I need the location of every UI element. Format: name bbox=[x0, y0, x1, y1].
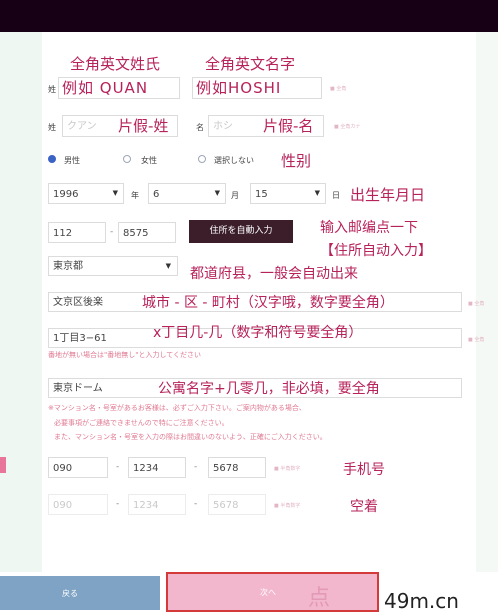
building-note-3: また、マンション名・号室を入力の際はお間違いのないよう、正確にご入力ください。 bbox=[54, 433, 327, 441]
gender-option-female: 女性 bbox=[141, 156, 157, 165]
chevron-down-icon: ▼ bbox=[314, 189, 320, 197]
top-bar bbox=[0, 0, 498, 32]
left-edge-marker bbox=[0, 457, 6, 473]
annotation-click: 点 bbox=[308, 586, 331, 611]
auto-address-button[interactable]: 住所を自動入力 bbox=[189, 220, 293, 243]
month-value: 6 bbox=[153, 189, 160, 200]
mei-kana-label: 名 bbox=[196, 123, 204, 132]
gender-option-unspecified: 選択しない bbox=[214, 156, 254, 165]
radio-male[interactable] bbox=[48, 155, 56, 163]
annotation-chome: x丁目几-几（数字和符号要全角） bbox=[153, 325, 363, 341]
back-button-label: 戻る bbox=[62, 589, 78, 598]
annotation-given-fullwidth: 全角英文名字 bbox=[205, 55, 296, 73]
annotation-kana-given: 片假-名 bbox=[263, 117, 314, 135]
phone-b3-input[interactable]: 5678 bbox=[208, 494, 266, 515]
annotation-phone: 手机号 bbox=[343, 462, 385, 478]
mei-input[interactable]: 例如HOSHI bbox=[192, 77, 322, 99]
phone1-value: 090 bbox=[53, 463, 73, 474]
phone-b1-input[interactable]: 090 bbox=[48, 494, 108, 515]
left-side-strip bbox=[0, 32, 42, 572]
sei-kana-label: 姓 bbox=[48, 123, 56, 132]
example-given: 例如HOSHI bbox=[196, 79, 282, 97]
phone-separator: - bbox=[194, 462, 198, 472]
day-label: 日 bbox=[332, 191, 340, 200]
phone-b3-value: 5678 bbox=[213, 500, 239, 511]
phone2-input[interactable]: 1234 bbox=[128, 457, 186, 478]
phone-b-separator: - bbox=[116, 499, 120, 509]
prefecture-value: 東京都 bbox=[53, 261, 83, 272]
phone-b2-value: 1234 bbox=[133, 500, 159, 511]
next-button[interactable]: 次へ 点 bbox=[166, 572, 379, 612]
chome-note: 番地が無い場合は"番地無し"と入力してください bbox=[48, 351, 202, 359]
radio-female[interactable] bbox=[123, 155, 131, 163]
annotation-leave-empty: 空着 bbox=[350, 499, 378, 515]
phone3-input[interactable]: 5678 bbox=[208, 457, 266, 478]
zip-separator: - bbox=[110, 227, 114, 237]
phone-b2-input[interactable]: 1234 bbox=[128, 494, 186, 515]
annotation-prefecture: 都道府县，一般会自动出来 bbox=[190, 266, 358, 282]
sei-label: 姓 bbox=[48, 85, 56, 94]
prefecture-select[interactable]: 東京都 ▼ bbox=[48, 256, 178, 276]
zip1-value: 112 bbox=[53, 228, 73, 239]
annotation-building: 公寓名字+几零几，非必填，要全角 bbox=[158, 381, 380, 397]
year-select[interactable]: 1996 ▼ bbox=[48, 183, 124, 204]
zip1-input[interactable]: 112 bbox=[48, 222, 106, 243]
required-mark-city: ■ 全角 bbox=[468, 301, 485, 307]
annotation-city: 城市 - 区 - 町村（汉字哦，数字要全角） bbox=[142, 295, 394, 311]
next-button-label: 次へ bbox=[260, 588, 276, 597]
required-mark-kana: ■ 全角カナ bbox=[334, 124, 361, 130]
zip2-value: 8575 bbox=[123, 228, 149, 239]
sei-input[interactable]: 例如 QUAN bbox=[58, 77, 180, 99]
required-mark-chome: ■ 全角 bbox=[468, 337, 485, 343]
month-label: 月 bbox=[231, 191, 239, 200]
back-button[interactable]: 戻る bbox=[0, 576, 160, 610]
chevron-down-icon: ▼ bbox=[165, 262, 171, 270]
annotation-gender: 性别 bbox=[281, 152, 312, 170]
year-label: 年 bbox=[131, 191, 139, 200]
phone3-value: 5678 bbox=[213, 463, 239, 474]
chevron-down-icon: ▼ bbox=[214, 189, 220, 197]
annotation-postal-2: 【住所自动入力】 bbox=[320, 243, 432, 259]
day-select[interactable]: 15 ▼ bbox=[250, 183, 326, 204]
annotation-birthdate: 出生年月日 bbox=[350, 186, 426, 204]
phone-b1-value: 090 bbox=[53, 500, 73, 511]
phone-b-separator: - bbox=[194, 499, 198, 509]
chevron-down-icon: ▼ bbox=[112, 189, 118, 197]
annotation-kana-surname: 片假-姓 bbox=[118, 117, 169, 135]
zip2-input[interactable]: 8575 bbox=[118, 222, 176, 243]
phone1-input[interactable]: 090 bbox=[48, 457, 108, 478]
example-surname: 例如 QUAN bbox=[62, 79, 149, 97]
phone2-value: 1234 bbox=[133, 463, 159, 474]
phone-separator: - bbox=[116, 462, 120, 472]
building-note-2: 必要事項がご連絡できませんので特にご注意ください。 bbox=[54, 419, 229, 427]
gender-option-male: 男性 bbox=[64, 156, 80, 165]
watermark: 49m.cn bbox=[384, 589, 459, 613]
month-select[interactable]: 6 ▼ bbox=[148, 183, 226, 204]
radio-unspecified[interactable] bbox=[198, 155, 206, 163]
building-note-1: ※マンション名・号室があるお客様は、必ずご入力下さい。ご案内物がある場合、 bbox=[48, 404, 306, 412]
annotation-surname-fullwidth: 全角英文姓氏 bbox=[70, 55, 161, 73]
required-mark-name: ■ 全角 bbox=[330, 86, 347, 92]
annotation-postal-1: 输入邮编点一下 bbox=[320, 220, 418, 236]
required-mark-phone2: ■ 半角数字 bbox=[274, 503, 301, 509]
required-mark-phone: ■ 半角数字 bbox=[274, 466, 301, 472]
